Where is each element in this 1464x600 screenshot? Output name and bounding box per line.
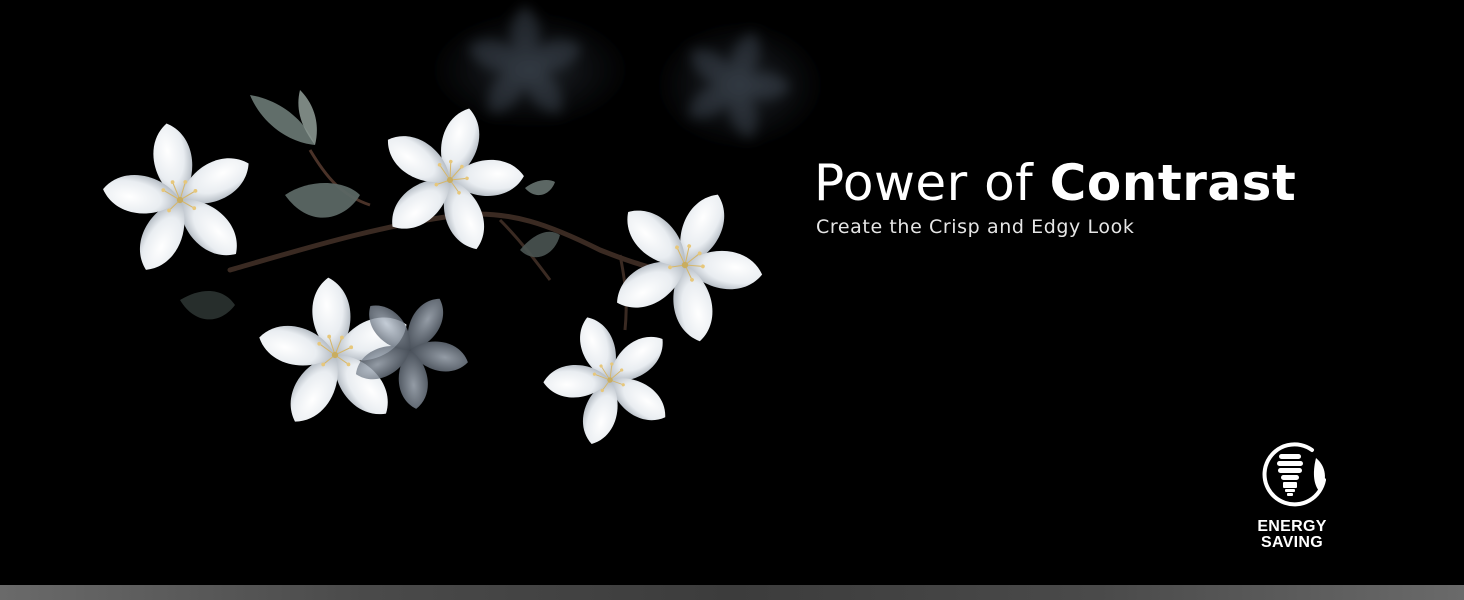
energy-saving-bulb-icon xyxy=(1262,442,1326,507)
subheadline: Create the Crisp and Edgy Look xyxy=(816,216,1135,238)
energy-saving-badge: ENERGY SAVING xyxy=(1244,436,1340,556)
headline-bold: Contrast xyxy=(1049,154,1297,212)
energy-label-line2: SAVING xyxy=(1261,534,1323,551)
headline-regular: Power of xyxy=(814,154,1034,212)
energy-label-line1: ENERGY xyxy=(1257,518,1327,535)
product-banner: Power of Contrast Create the Crisp and E… xyxy=(0,0,1464,600)
headline: Power of Contrast xyxy=(814,152,1296,214)
bottom-divider-bar xyxy=(0,585,1464,600)
white-blossom-branch-image xyxy=(80,5,820,480)
